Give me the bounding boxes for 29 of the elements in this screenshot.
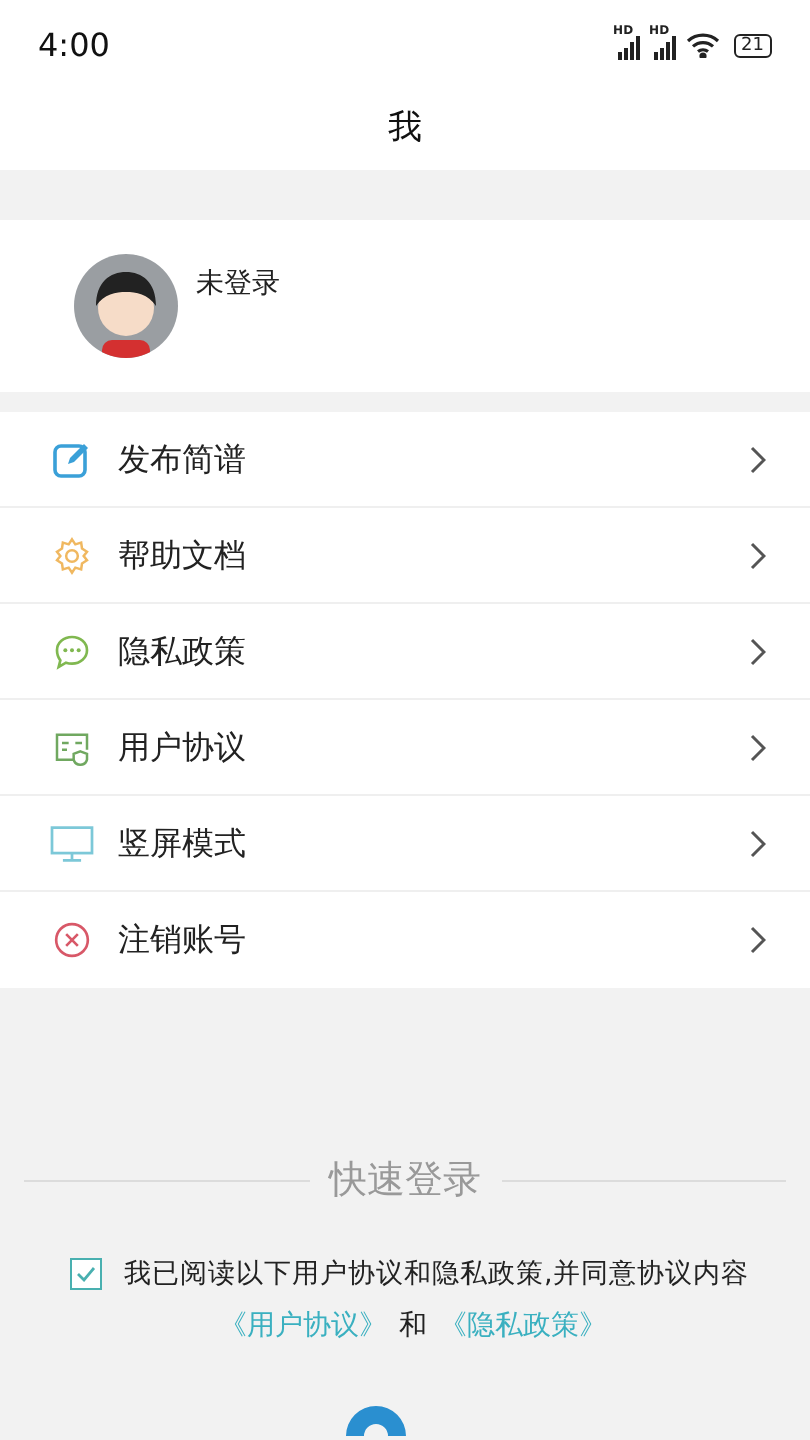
username: 未登录: [196, 266, 280, 304]
chat-bubble-icon: [52, 631, 92, 671]
agreement-text: 我已阅读以下用户协议和隐私政策,并同意协议内容: [124, 1255, 749, 1293]
cancel-icon: [52, 920, 92, 960]
monitor-icon: [50, 823, 94, 863]
agree-checkbox[interactable]: [70, 1257, 102, 1290]
edit-icon: [52, 439, 92, 479]
check-icon: [76, 1265, 96, 1282]
chevron-right-icon: [750, 637, 766, 665]
document-icon: [52, 727, 92, 767]
chevron-right-icon: [750, 733, 766, 761]
menu-item[interactable]: 隐私政策: [0, 604, 810, 700]
menu-item[interactable]: 注销账号: [0, 892, 810, 988]
gear-icon: [52, 535, 92, 575]
menu-item[interactable]: 竖屏模式: [0, 796, 810, 892]
page-title: 我: [388, 106, 422, 153]
menu-item[interactable]: 帮助文档: [0, 508, 810, 604]
quick-login-title: 快速登录: [329, 1156, 481, 1206]
menu-item[interactable]: 用户协议: [0, 700, 810, 796]
conjunction-text: 和: [399, 1307, 427, 1346]
wifi-icon: [685, 32, 720, 58]
chevron-right-icon: [750, 541, 766, 569]
battery-icon: 21: [733, 33, 772, 57]
chevron-right-icon: [750, 445, 766, 473]
status-time: 4:00: [38, 23, 110, 67]
avatar[interactable]: [74, 254, 178, 358]
chevron-right-icon: [750, 829, 766, 857]
chevron-right-icon: [750, 926, 766, 954]
menu-item[interactable]: 发布简谱: [0, 412, 810, 508]
